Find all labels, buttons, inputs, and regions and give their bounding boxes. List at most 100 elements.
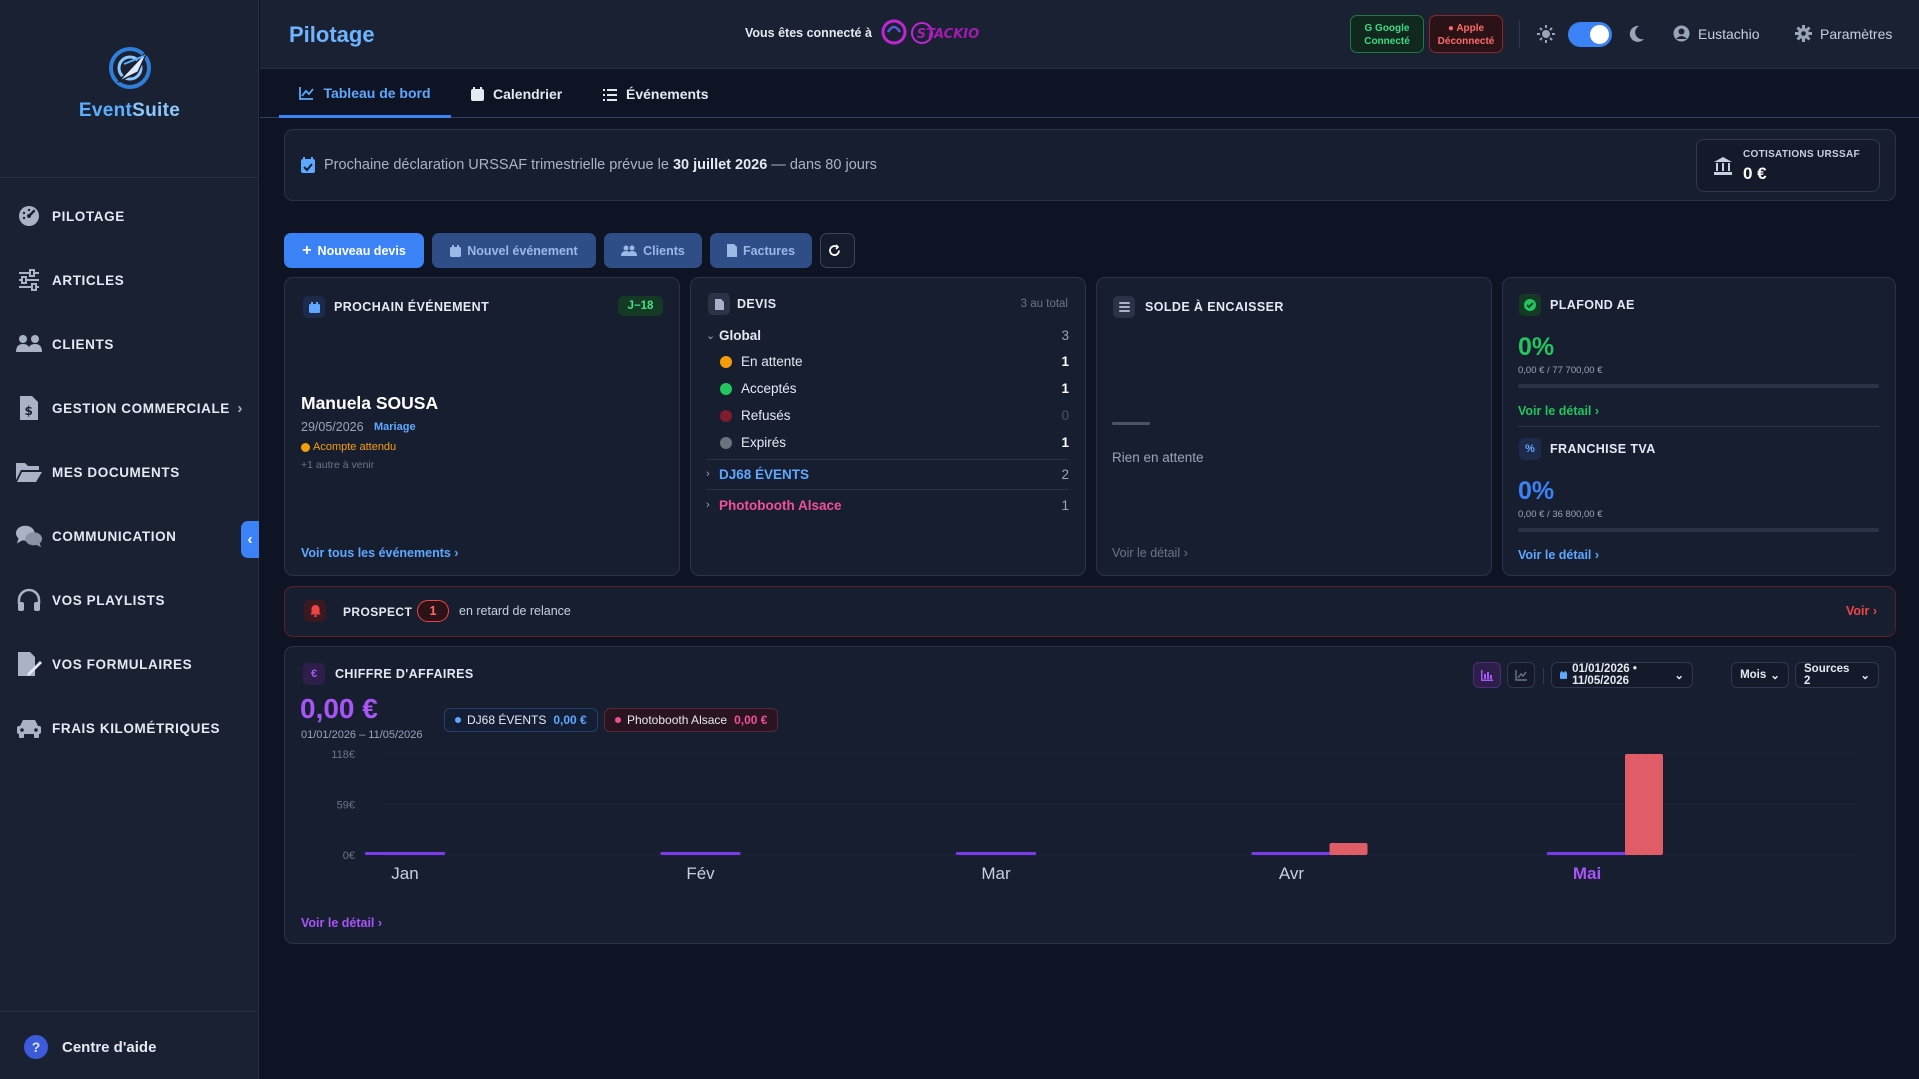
legend-source-dj68[interactable]: DJ68 ÉVENTS 0,00 € xyxy=(444,708,598,732)
status-count: 0 xyxy=(1061,408,1069,423)
sidebar: EventSuite PILOTAGE ARTICLES CLIENTS $ G… xyxy=(0,0,259,1079)
sources-select[interactable]: Sources 2 ⌄ xyxy=(1795,662,1879,688)
legend-source-photobooth[interactable]: Photobooth Alsace 0,00 € xyxy=(604,708,779,732)
prospect-see-link[interactable]: Voir › xyxy=(1846,604,1877,618)
bar-series-1 xyxy=(365,852,445,855)
sidebar-item-vos-playlists[interactable]: VOS PLAYLISTS xyxy=(0,568,259,632)
chevron-right-icon: › xyxy=(706,468,710,480)
headphones-icon xyxy=(15,586,43,614)
settings-button[interactable]: Paramètres xyxy=(1795,25,1892,42)
refresh-icon xyxy=(829,244,840,256)
y-tick-label: 118€ xyxy=(331,749,355,761)
moon-icon[interactable] xyxy=(1629,25,1645,43)
apple-label: Apple xyxy=(1456,23,1485,34)
calendar-icon xyxy=(1560,671,1568,679)
urssaf-box-value: 0 € xyxy=(1743,164,1767,183)
sidebar-item-label: VOS PLAYLISTS xyxy=(52,592,166,608)
ceiling-detail: 0,00 € / 77 700,00 € xyxy=(1518,365,1603,376)
tab-evenements[interactable]: Événements xyxy=(603,70,708,118)
sun-icon[interactable] xyxy=(1537,25,1555,43)
brand-logo[interactable]: EventSuite xyxy=(0,42,259,132)
sidebar-item-mes-documents[interactable]: MES DOCUMENTS xyxy=(0,440,259,504)
status-label: En attente xyxy=(741,354,803,369)
empty-dash xyxy=(1112,422,1150,425)
user-menu[interactable]: Eustachio xyxy=(1673,25,1759,42)
quotes-group-dj68[interactable]: DJ68 ÉVENTS xyxy=(719,467,809,482)
apple-connection-badge[interactable]: ● Apple Déconnecté xyxy=(1429,15,1503,53)
refresh-button[interactable] xyxy=(820,233,855,268)
new-event-button[interactable]: Nouvel événement xyxy=(432,233,596,268)
theme-toggle[interactable] xyxy=(1568,22,1612,47)
vat-progress xyxy=(1518,528,1879,532)
bar-series-1 xyxy=(1547,852,1627,855)
granularity-select[interactable]: Mois ⌄ xyxy=(1731,662,1789,688)
connected-label: Vous êtes connecté à xyxy=(745,26,872,40)
sidebar-item-articles[interactable]: ARTICLES xyxy=(0,248,259,312)
sidebar-item-label: FRAIS KILOMÉTRIQUES xyxy=(52,720,221,736)
chevron-right-icon: › xyxy=(1869,604,1878,618)
bar-chart-toggle[interactable] xyxy=(1473,662,1501,688)
bell-icon xyxy=(304,600,326,622)
coins-icon xyxy=(1113,296,1135,318)
page-title: Pilotage xyxy=(289,22,375,47)
revenue-period: 01/01/2026 – 11/05/2026 xyxy=(301,729,423,741)
see-all-events-link[interactable]: Voir tous les événements › xyxy=(301,546,458,560)
quotes-card xyxy=(690,277,1086,576)
chevron-right-icon: › xyxy=(1180,546,1188,560)
ceiling-progress xyxy=(1518,384,1879,388)
google-connection-badge[interactable]: G Google Connecté xyxy=(1350,15,1424,53)
x-tick-label: Jan xyxy=(391,864,418,883)
help-center-link[interactable]: ? Centre d'aide xyxy=(24,1035,156,1059)
sidebar-item-communication[interactable]: COMMUNICATION xyxy=(0,504,259,568)
days-left-badge: J−18 xyxy=(618,296,663,316)
balance-heading: SOLDE À ENCAISSER xyxy=(1145,300,1284,314)
ceiling-percent: 0% xyxy=(1518,333,1555,361)
chevron-down-icon[interactable]: ⌄ xyxy=(706,329,715,342)
google-status: Connecté xyxy=(1364,36,1410,47)
clients-button[interactable]: Clients xyxy=(604,233,702,268)
file-icon xyxy=(708,293,730,315)
sidebar-item-vos-formulaires[interactable]: VOS FORMULAIRES xyxy=(0,632,259,696)
status-dot-accepted xyxy=(720,383,732,395)
tab-tableau-de-bord[interactable]: Tableau de bord xyxy=(279,70,451,118)
sidebar-item-gestion-commerciale[interactable]: $ GESTION COMMERCIALE › xyxy=(0,376,259,440)
sidebar-item-label: CLIENTS xyxy=(52,336,114,352)
line-chart-toggle[interactable] xyxy=(1507,662,1535,688)
quotes-heading: DEVIS xyxy=(737,297,777,311)
ceiling-detail-link[interactable]: Voir le détail › xyxy=(1518,404,1599,418)
ceiling-heading: PLAFOND AE xyxy=(1550,298,1635,312)
divider xyxy=(1519,21,1520,48)
event-type: Mariage xyxy=(374,421,416,433)
balance-detail-link[interactable]: Voir le détail › xyxy=(1112,546,1188,560)
tab-label: Tableau de bord xyxy=(323,84,431,101)
date-range-select[interactable]: 01/01/2026 • 11/05/2026 ⌄ xyxy=(1551,662,1693,688)
quotes-global-label[interactable]: Global xyxy=(719,328,761,343)
next-event-heading: PROCHAIN ÉVÉNEMENT xyxy=(334,300,490,314)
quotes-group-photobooth[interactable]: Photobooth Alsace xyxy=(719,498,842,513)
divider xyxy=(706,459,1068,460)
sidebar-item-clients[interactable]: CLIENTS xyxy=(0,312,259,376)
chevron-left-icon: ‹ xyxy=(247,531,253,548)
user-name: Eustachio xyxy=(1698,25,1760,42)
partner-logo-text: STACKIO xyxy=(917,27,979,42)
tab-calendrier[interactable]: Calendrier xyxy=(471,70,562,118)
sidebar-collapse-button[interactable]: ‹ xyxy=(241,521,259,558)
sidebar-item-pilotage[interactable]: PILOTAGE xyxy=(0,184,259,248)
car-icon xyxy=(15,714,43,742)
calendar-icon xyxy=(450,244,462,257)
chevron-down-icon: ⌄ xyxy=(1770,670,1780,682)
legend-dot xyxy=(615,717,621,723)
sidebar-item-frais-kilometriques[interactable]: FRAIS KILOMÉTRIQUES xyxy=(0,696,259,760)
chevron-right-icon: › xyxy=(450,546,459,560)
revenue-detail-link[interactable]: Voir le détail › xyxy=(301,916,382,930)
event-client-name[interactable]: Manuela SOUSA xyxy=(301,393,438,414)
sidebar-nav: PILOTAGE ARTICLES CLIENTS $ GESTION COMM… xyxy=(0,184,259,760)
new-quote-button[interactable]: + Nouveau devis xyxy=(284,233,424,268)
bar-series-1 xyxy=(660,852,741,855)
settings-label: Paramètres xyxy=(1820,25,1893,42)
vat-detail-link[interactable]: Voir le détail › xyxy=(1518,548,1599,562)
gear-icon xyxy=(1795,25,1812,42)
x-tick-label: Mar xyxy=(981,864,1011,883)
invoices-button[interactable]: Factures xyxy=(710,233,812,268)
chevron-right-icon: › xyxy=(374,916,383,930)
